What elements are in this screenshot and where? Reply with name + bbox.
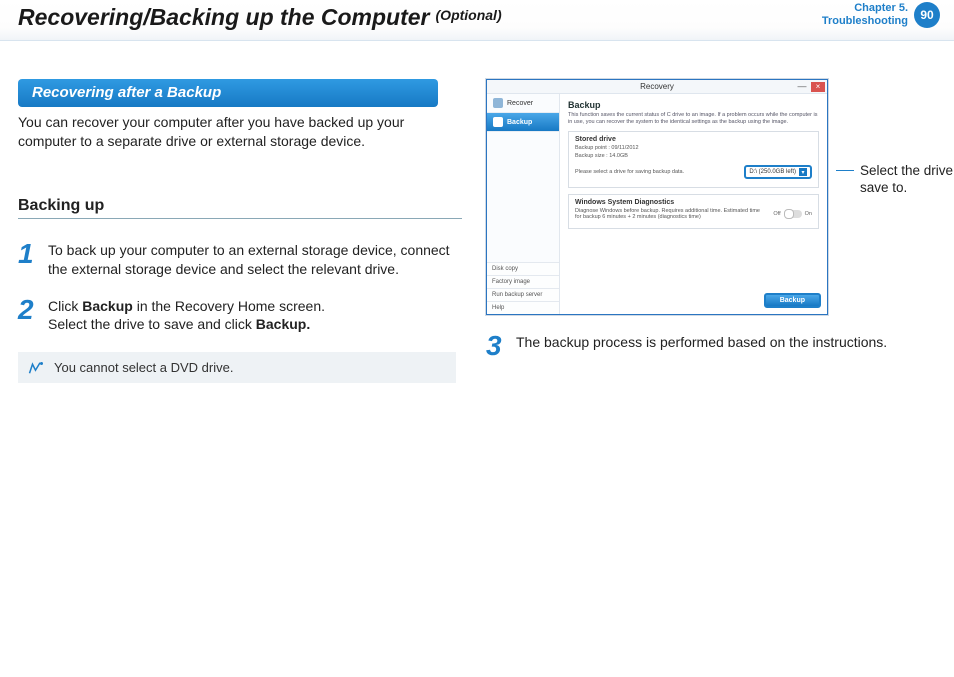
step-text-1: To back up your computer to an external …: [48, 241, 462, 279]
right-column: Recovery — × Recover Backup: [486, 79, 940, 383]
sidebar-btn-help[interactable]: Help: [487, 301, 559, 314]
page-title-suffix: (Optional): [436, 7, 502, 23]
chapter-label: Chapter 5. Troubleshooting: [822, 2, 908, 28]
window-titlebar: Recovery — ×: [487, 80, 827, 94]
step-number-3: 3: [486, 333, 506, 358]
step-number-1: 1: [18, 241, 38, 279]
note-box: You cannot select a DVD drive.: [18, 352, 456, 383]
recovery-window: Recovery — × Recover Backup: [486, 79, 828, 315]
step-text-3: The backup process is performed based on…: [516, 333, 940, 358]
window-title: Recovery: [640, 82, 674, 91]
sidebar-btn-disk-copy[interactable]: Disk copy: [487, 262, 559, 275]
steps-list: 1 To back up your computer to an externa…: [18, 241, 462, 335]
section-intro: You can recover your computer after you …: [18, 113, 462, 151]
chapter-line1: Chapter 5.: [822, 2, 908, 15]
step-2: 2 Click Backup in the Recovery Home scre…: [18, 297, 462, 335]
screenshot-wrapper: Recovery — × Recover Backup: [486, 79, 940, 315]
chapter-line2: Troubleshooting: [822, 15, 908, 28]
chevron-down-icon: ▾: [799, 168, 807, 176]
backup-button[interactable]: Backup: [764, 293, 821, 308]
pane-heading: Backup: [568, 100, 819, 110]
pane-description: This function saves the current status o…: [568, 112, 819, 125]
page-body: Recovering after a Backup You can recove…: [0, 41, 954, 383]
callout-leader-line: [836, 170, 854, 171]
close-button[interactable]: ×: [811, 82, 825, 92]
callout-text: Select the drive to save to.: [860, 163, 954, 197]
window-body: Recover Backup Disk copy Factory image R…: [487, 94, 827, 314]
note-text: You cannot select a DVD drive.: [54, 360, 233, 375]
main-pane: Backup This function saves the current s…: [560, 94, 827, 314]
sidebar-btn-run-backup-server[interactable]: Run backup server: [487, 288, 559, 301]
sidebar-item-backup[interactable]: Backup: [487, 113, 559, 132]
step-number-2: 2: [18, 297, 38, 335]
step-1: 1 To back up your computer to an externa…: [18, 241, 462, 279]
diagnostics-toggle[interactable]: Off On: [773, 210, 812, 218]
backup-point-line: Backup point : 09/11/2012: [575, 145, 812, 151]
diagnostics-title: Windows System Diagnostics: [575, 199, 812, 206]
drive-prompt: Please select a drive for saving backup …: [575, 169, 684, 175]
section-heading-pill: Recovering after a Backup: [18, 79, 438, 107]
page-header: Recovering/Backing up the Computer (Opti…: [0, 0, 954, 41]
page-number-badge: 90: [914, 2, 940, 28]
stored-drive-title: Stored drive: [575, 136, 812, 143]
recover-icon: [493, 98, 503, 108]
minimize-button[interactable]: —: [795, 82, 809, 92]
left-column: Recovering after a Backup You can recove…: [18, 79, 462, 383]
sidebar-item-recover[interactable]: Recover: [487, 94, 559, 113]
header-right: Chapter 5. Troubleshooting 90: [822, 2, 940, 28]
callout-select-drive: Select the drive to save to.: [836, 163, 954, 197]
diagnostics-box: Windows System Diagnostics Diagnose Wind…: [568, 194, 819, 229]
diagnostics-desc: Diagnose Windows before backup. Requires…: [575, 208, 767, 220]
backup-size-line: Backup size : 14.0GB: [575, 153, 812, 159]
drive-select-dropdown[interactable]: D:\ (250.0GB left) ▾: [744, 165, 812, 179]
sidebar-btn-factory-image[interactable]: Factory image: [487, 275, 559, 288]
sidebar: Recover Backup Disk copy Factory image R…: [487, 94, 560, 314]
drive-prompt-row: Please select a drive for saving backup …: [575, 165, 812, 179]
drive-select-value: D:\ (250.0GB left): [749, 169, 796, 175]
subheading-backing-up: Backing up: [18, 197, 462, 219]
step-3: 3 The backup process is performed based …: [486, 333, 940, 358]
page-title: Recovering/Backing up the Computer: [18, 4, 430, 31]
note-icon: [28, 361, 46, 375]
step-text-2: Click Backup in the Recovery Home screen…: [48, 297, 462, 335]
backup-icon: [493, 117, 503, 127]
stored-drive-box: Stored drive Backup point : 09/11/2012 B…: [568, 131, 819, 188]
sidebar-bottom: Disk copy Factory image Run backup serve…: [487, 262, 559, 314]
